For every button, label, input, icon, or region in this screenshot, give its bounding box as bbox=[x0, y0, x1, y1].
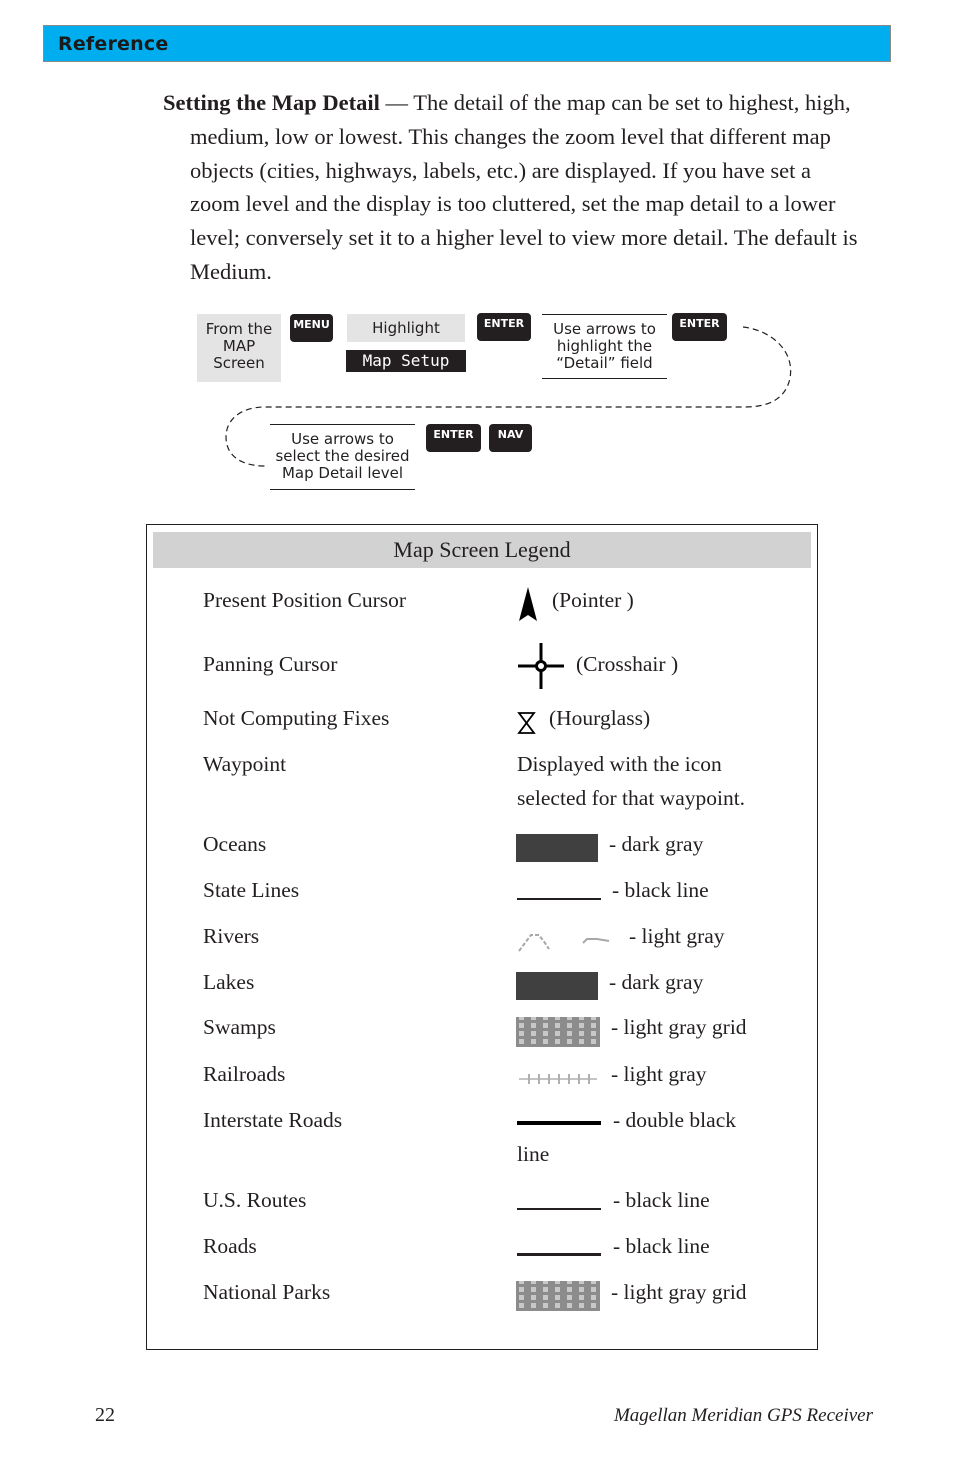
river-line-swatch bbox=[518, 934, 610, 952]
legend-row-label: Panning Cursor bbox=[203, 652, 338, 676]
legend-row-desc-cont: line bbox=[517, 1142, 550, 1166]
gray-grid-swatch bbox=[516, 1281, 600, 1311]
crosshair-icon bbox=[518, 643, 564, 689]
dark-gray-swatch bbox=[516, 972, 598, 1000]
legend-row-label: State Lines bbox=[203, 878, 300, 902]
book-title: Magellan Meridian GPS Receiver bbox=[613, 1405, 873, 1426]
legend-row-label: National Parks bbox=[203, 1280, 331, 1304]
pointer-icon bbox=[519, 587, 537, 621]
map-screen-legend: Map Screen Legend Present Position Curso… bbox=[146, 524, 818, 1350]
legend-row-desc: - light gray grid bbox=[611, 1280, 747, 1304]
legend-row-desc: (Crosshair ) bbox=[576, 652, 679, 676]
legend-row-desc: Displayed with the icon bbox=[517, 752, 722, 776]
railroad-swatch bbox=[519, 1074, 597, 1084]
black-line-swatch bbox=[517, 898, 601, 900]
black-line-swatch bbox=[517, 1253, 601, 1256]
legend-row-desc: - double black bbox=[613, 1108, 736, 1132]
menu-key: MENU bbox=[290, 314, 333, 342]
legend-row-label: Railroads bbox=[203, 1062, 286, 1086]
legend-row-label: Not Computing Fixes bbox=[203, 706, 390, 730]
enter-key: ENTER bbox=[426, 424, 481, 452]
step-select-detail-level: Use arrows to select the desired Map Det… bbox=[270, 424, 415, 490]
enter-key: ENTER bbox=[672, 313, 727, 341]
enter-key: ENTER bbox=[477, 313, 531, 341]
gray-grid-swatch bbox=[516, 1017, 600, 1047]
legend-row-label: Roads bbox=[203, 1234, 257, 1258]
map-setup-menu-item: Map Setup bbox=[346, 350, 466, 372]
legend-title: Map Screen Legend bbox=[153, 532, 811, 568]
legend-row-desc: (Pointer ) bbox=[552, 588, 634, 612]
page-number: 22 bbox=[95, 1404, 115, 1426]
legend-row-label: Rivers bbox=[203, 924, 260, 948]
black-line-swatch bbox=[517, 1208, 601, 1210]
hourglass-icon bbox=[517, 712, 536, 734]
double-black-line-swatch bbox=[517, 1121, 601, 1125]
step-from-map-screen: From the MAP Screen bbox=[197, 314, 281, 382]
legend-row-label: U.S. Routes bbox=[203, 1188, 307, 1212]
legend-row-desc: - black line bbox=[613, 1188, 710, 1212]
nav-key: NAV bbox=[489, 424, 532, 452]
legend-row-desc: - light gray bbox=[611, 1062, 707, 1086]
procedure-flow-diagram: From the MAP Screen MENU Highlight Map S… bbox=[0, 0, 954, 520]
step-highlight-detail-field: Use arrows to highlight the “Detail” fie… bbox=[542, 314, 667, 379]
legend-row-label: Present Position Cursor bbox=[203, 588, 407, 612]
legend-row-label: Interstate Roads bbox=[203, 1108, 343, 1132]
legend-row-label: Waypoint bbox=[203, 752, 287, 776]
legend-row-desc: (Hourglass) bbox=[549, 706, 651, 730]
legend-row-desc: - dark gray bbox=[609, 970, 704, 994]
legend-row-desc: - light gray grid bbox=[611, 1015, 747, 1039]
legend-row-desc-cont: selected for that waypoint. bbox=[517, 786, 746, 810]
legend-row-desc: - dark gray bbox=[609, 832, 704, 856]
dark-gray-swatch bbox=[516, 834, 598, 862]
legend-row-label: Swamps bbox=[203, 1015, 276, 1039]
legend-row-label: Lakes bbox=[203, 970, 255, 994]
legend-row-desc: - black line bbox=[612, 878, 709, 902]
legend-row-label: Oceans bbox=[203, 832, 267, 856]
step-highlight-label: Highlight bbox=[347, 314, 465, 342]
legend-row-desc: - black line bbox=[613, 1234, 710, 1258]
legend-row-desc: - light gray bbox=[629, 924, 725, 948]
